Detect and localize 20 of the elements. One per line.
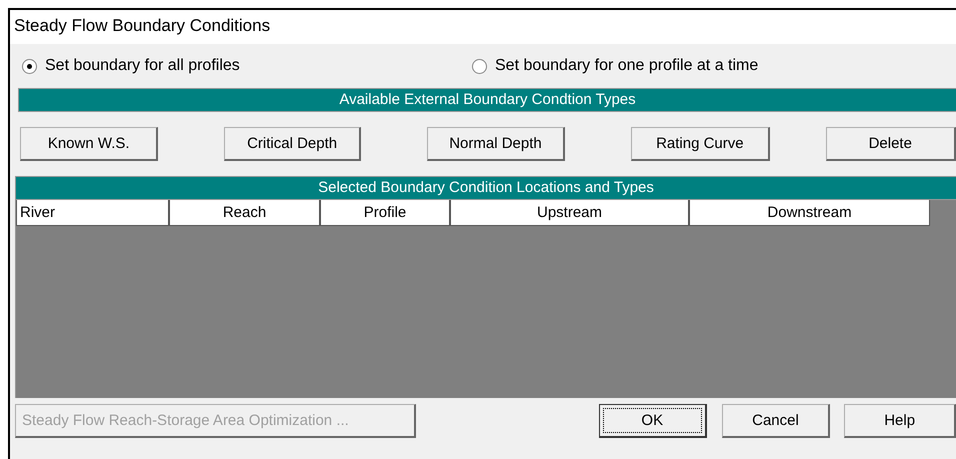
- column-header[interactable]: Reach: [169, 200, 320, 226]
- boundary-type-button[interactable]: Delete: [826, 127, 956, 161]
- footer-button[interactable]: Cancel: [722, 404, 830, 438]
- window-title: Steady Flow Boundary Conditions: [10, 10, 956, 44]
- column-header[interactable]: River: [16, 200, 169, 226]
- section-header: Selected Boundary Condition Locations and Types: [15, 176, 956, 200]
- radio-label: Set boundary for one profile at a time: [495, 57, 758, 75]
- section-header: Available External Boundary Condtion Types: [18, 88, 956, 112]
- column-header[interactable]: Profile: [320, 200, 450, 226]
- ok-button[interactable]: OK: [598, 404, 707, 438]
- radio-button[interactable]: [22, 58, 37, 74]
- radio-button[interactable]: [472, 58, 487, 74]
- boundary-type-button[interactable]: Normal Depth: [426, 127, 566, 161]
- footer-button[interactable]: Help: [844, 404, 956, 438]
- boundary-type-button[interactable]: Critical Depth: [224, 127, 361, 161]
- boundary-type-button[interactable]: Known W.S.: [20, 127, 158, 161]
- radio-label: Set boundary for all profiles: [45, 57, 240, 75]
- column-header[interactable]: Downstream: [689, 200, 930, 226]
- column-header[interactable]: Upstream: [450, 200, 689, 226]
- boundary-type-button[interactable]: Rating Curve: [631, 127, 770, 161]
